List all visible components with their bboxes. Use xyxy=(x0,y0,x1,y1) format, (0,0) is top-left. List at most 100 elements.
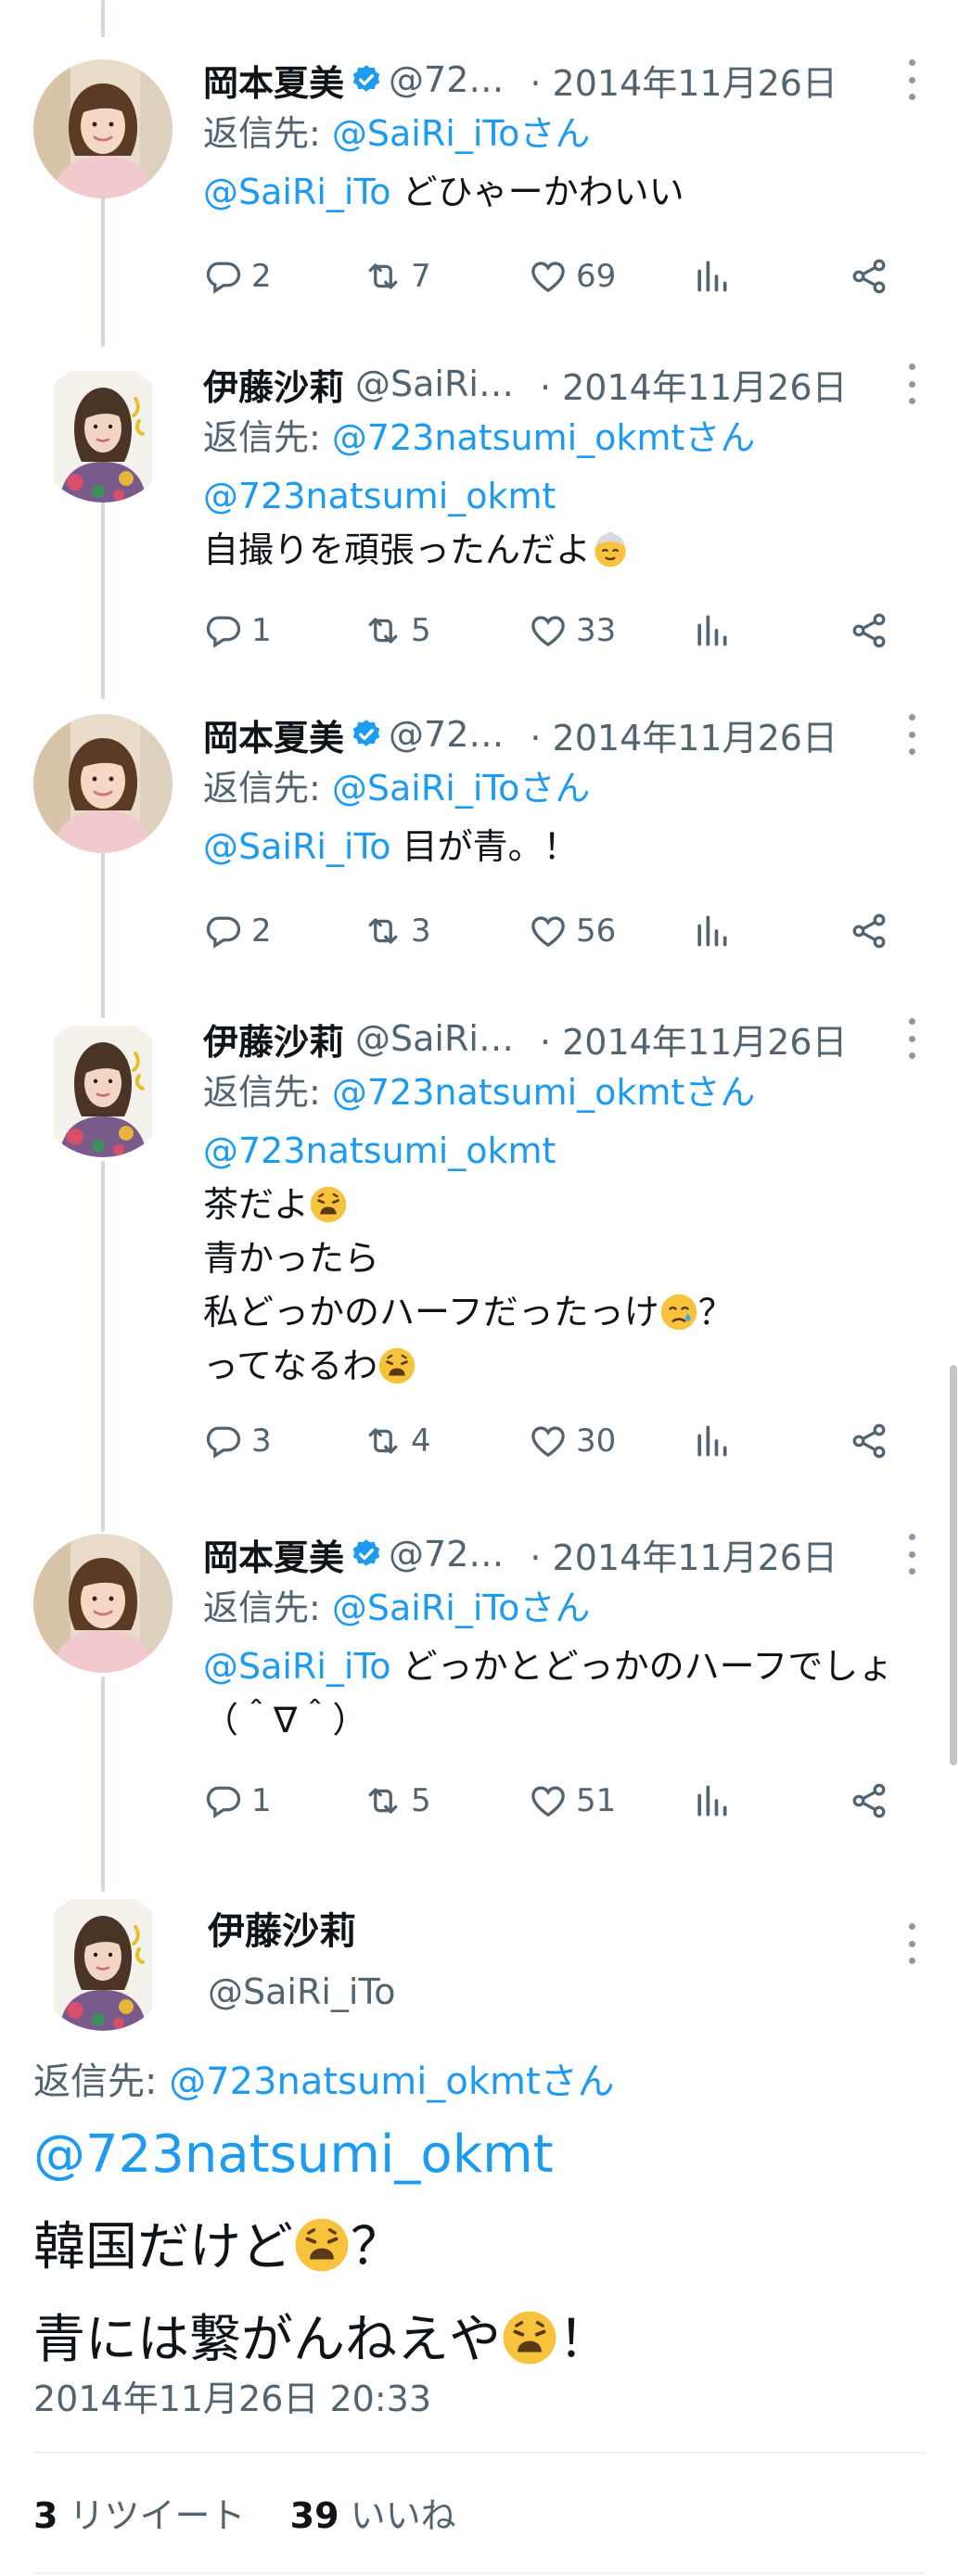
username[interactable]: @SaiRi… xyxy=(355,1018,514,1059)
username[interactable]: @SaiRi_iTo xyxy=(208,1971,940,2012)
share-icon xyxy=(849,256,889,297)
retweet-button[interactable]: 3 xyxy=(363,903,431,959)
thread-line xyxy=(101,0,105,37)
username[interactable]: @72… xyxy=(389,59,504,100)
views-button[interactable] xyxy=(691,903,732,959)
more-icon[interactable] xyxy=(905,1018,918,1059)
retweet-button[interactable]: 7 xyxy=(363,249,431,304)
retweet-total: 3 xyxy=(33,2495,58,2536)
retweet-button[interactable]: 5 xyxy=(363,1773,431,1829)
reply-icon xyxy=(203,256,244,297)
display-name[interactable]: 伊藤沙莉 xyxy=(203,1014,344,1065)
replying-to: 返信先: @723natsumi_okmtさん xyxy=(203,410,940,465)
avatar[interactable] xyxy=(33,1534,173,1673)
replying-to: 返信先: @723natsumi_okmtさん xyxy=(33,2051,615,2105)
reply-button[interactable]: 1 xyxy=(203,1773,272,1829)
reply-button[interactable]: 1 xyxy=(203,603,272,658)
tweet-header: 岡本夏美 @72… · 2014年11月26日 xyxy=(203,54,940,106)
tweet-timestamp[interactable]: 2014年11月26日 20:33 xyxy=(33,2370,431,2421)
views-button[interactable] xyxy=(691,1413,732,1469)
username[interactable]: @72… xyxy=(389,714,504,755)
action-bar: 2 7 69 xyxy=(203,249,908,304)
like-button[interactable]: 56 xyxy=(528,903,616,959)
replying-to: 返信先: @SaiRi_iToさん xyxy=(203,760,940,816)
replying-to-label: 返信先: xyxy=(203,1588,332,1628)
display-name[interactable]: 岡本夏美 xyxy=(203,1529,344,1580)
display-name[interactable]: 岡本夏美 xyxy=(203,55,344,106)
mention-link[interactable]: @SaiRi_iTo xyxy=(203,826,391,867)
tweet-text: @723natsumi_okmt 茶だよ 青かったら 私どっかのハーフだったっけ ？ って… xyxy=(203,1124,940,1393)
like-button[interactable]: 33 xyxy=(528,603,616,658)
replying-to-link[interactable]: @723natsumi_okmtさん xyxy=(332,1072,755,1113)
share-button[interactable] xyxy=(849,903,889,959)
share-button[interactable] xyxy=(849,249,889,304)
divider xyxy=(33,2452,926,2454)
tweet-text: @723natsumi_okmt 自撮りを頑張ったんだよ xyxy=(203,469,940,577)
mention-link[interactable]: @723natsumi_okmt xyxy=(203,476,556,516)
views-button[interactable] xyxy=(691,1773,732,1829)
retweet-button[interactable]: 4 xyxy=(363,1413,431,1469)
replying-to-link[interactable]: @SaiRi_iToさん xyxy=(332,768,591,809)
views-button[interactable] xyxy=(691,249,732,304)
avatar[interactable] xyxy=(33,59,173,198)
more-icon[interactable] xyxy=(905,714,918,755)
username[interactable]: @SaiRi… xyxy=(355,363,514,404)
retweet-button[interactable]: 5 xyxy=(363,603,431,658)
share-button[interactable] xyxy=(849,1413,889,1469)
focused-tweet-author: 伊藤沙莉 @SaiRi_iTo xyxy=(208,1901,940,2012)
replying-to-link[interactable]: @SaiRi_iToさん xyxy=(332,1588,591,1628)
heart-icon xyxy=(528,1421,569,1461)
retweets-stat[interactable]: 3 リツイート xyxy=(33,2495,246,2536)
more-icon[interactable] xyxy=(905,1923,918,1964)
retweet-count: 4 xyxy=(411,1422,431,1460)
reply-button[interactable]: 2 xyxy=(203,249,272,304)
avatar[interactable] xyxy=(33,363,173,503)
like-count: 69 xyxy=(576,258,617,295)
replying-to-link[interactable]: @SaiRi_iToさん xyxy=(332,113,591,154)
more-icon[interactable] xyxy=(905,1534,918,1575)
tweet-body: 岡本夏美 @72… · 2014年11月26日 返信先: @SaiRi_iToさ… xyxy=(203,1528,940,1747)
mention-link[interactable]: @723natsumi_okmt xyxy=(203,1130,556,1171)
replying-to: 返信先: @723natsumi_okmtさん xyxy=(203,1065,940,1120)
tweet-body: 伊藤沙莉 @SaiRi… · 2014年11月26日 返信先: @723nats… xyxy=(203,1013,940,1393)
scrollbar[interactable] xyxy=(950,1365,957,1766)
avatar[interactable] xyxy=(33,1018,173,1157)
replying-to-link[interactable]: @723natsumi_okmtさん xyxy=(332,417,755,458)
like-button[interactable]: 30 xyxy=(528,1413,616,1469)
reply-count: 2 xyxy=(251,258,272,295)
display-name[interactable]: 岡本夏美 xyxy=(203,709,344,760)
mention-link[interactable]: @SaiRi_iTo xyxy=(203,1646,391,1687)
tweet-date[interactable]: · 2014年11月26日 xyxy=(540,359,848,410)
username[interactable]: @72… xyxy=(389,1534,504,1575)
replying-to-link[interactable]: @723natsumi_okmtさん xyxy=(169,2060,614,2103)
tweet-date[interactable]: · 2014年11月26日 xyxy=(540,1014,848,1065)
share-icon xyxy=(849,911,889,951)
more-icon[interactable] xyxy=(905,59,918,100)
more-icon[interactable] xyxy=(905,363,918,404)
avatar[interactable] xyxy=(33,714,173,853)
reply-button[interactable]: 3 xyxy=(203,1413,272,1469)
mention-link[interactable]: @SaiRi_iTo xyxy=(203,172,391,212)
reply-button[interactable]: 2 xyxy=(203,903,272,959)
like-button[interactable]: 69 xyxy=(528,249,616,304)
share-button[interactable] xyxy=(849,603,889,658)
retweet-icon xyxy=(363,1421,403,1461)
tweet-date[interactable]: · 2014年11月26日 xyxy=(530,709,838,760)
like-button[interactable]: 51 xyxy=(528,1773,616,1829)
display-name[interactable]: 伊藤沙莉 xyxy=(208,1901,940,1955)
display-name[interactable]: 伊藤沙莉 xyxy=(203,359,344,410)
tweet-header: 岡本夏美 @72… · 2014年11月26日 xyxy=(203,708,940,760)
reply-count: 2 xyxy=(251,912,272,950)
tweet-date[interactable]: · 2014年11月26日 xyxy=(530,1529,838,1580)
share-button[interactable] xyxy=(849,1773,889,1829)
tweet-text-line: 私どっかのハーフだったっけ xyxy=(203,1292,659,1333)
mention-link[interactable]: @723natsumi_okmt xyxy=(33,2124,554,2185)
likes-stat[interactable]: 39 いいね xyxy=(290,2495,456,2536)
reply-icon xyxy=(203,1421,244,1461)
retweet-count: 5 xyxy=(411,612,431,649)
views-button[interactable] xyxy=(691,603,732,658)
avatar[interactable] xyxy=(33,1892,173,2031)
retweet-icon xyxy=(363,610,403,651)
reply-count: 1 xyxy=(251,612,272,649)
tweet-date[interactable]: · 2014年11月26日 xyxy=(530,55,838,106)
